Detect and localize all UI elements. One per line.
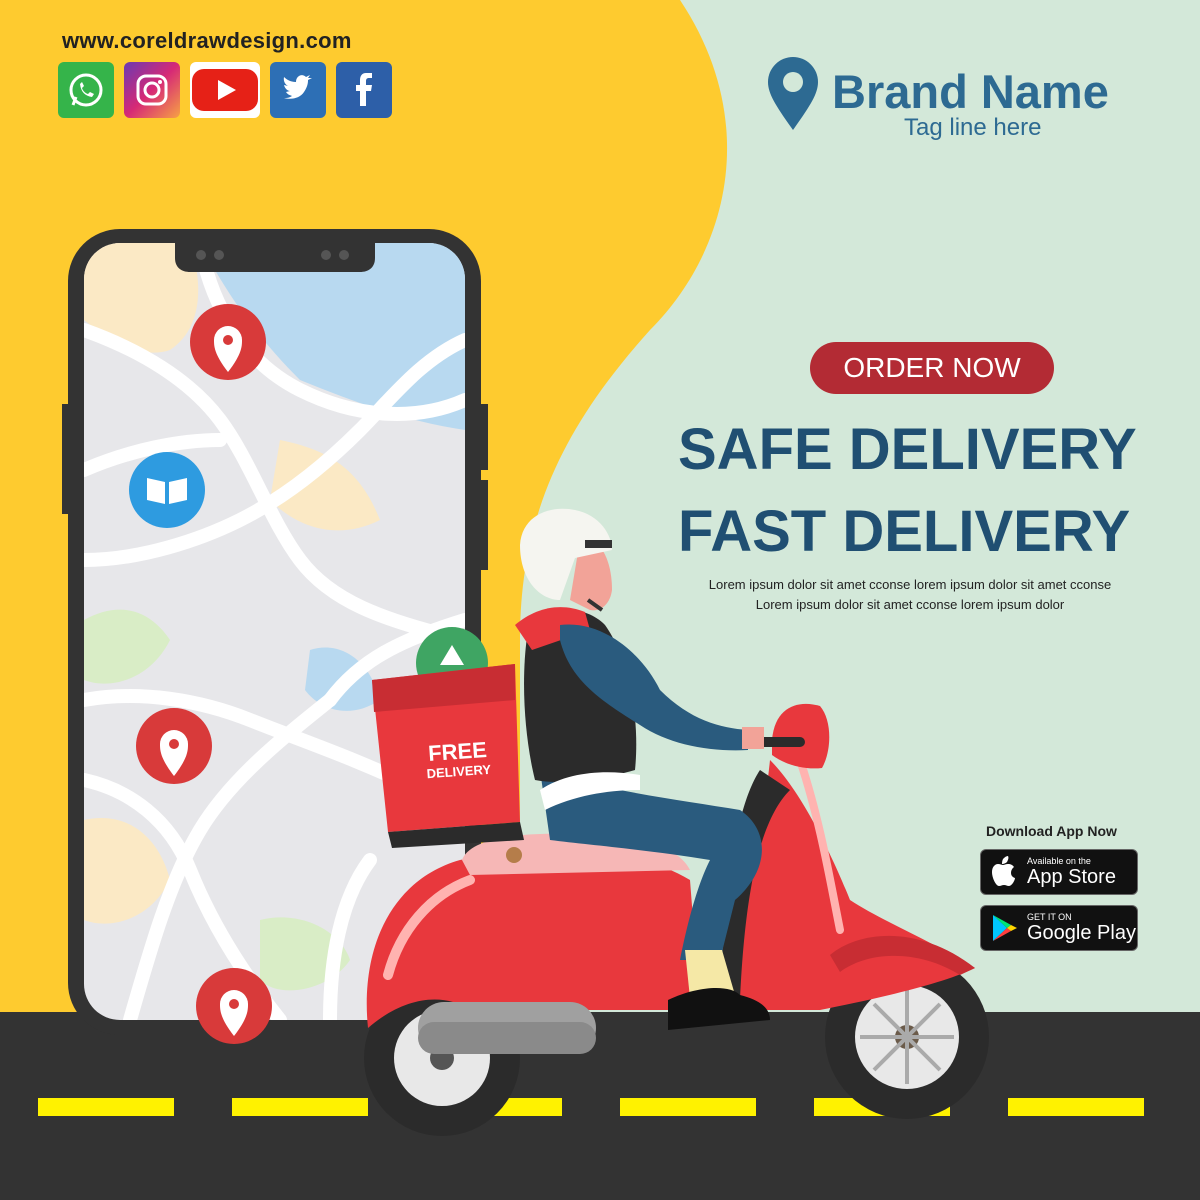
download-title: Download App Now bbox=[986, 823, 1117, 839]
appstore-big-text: App Store bbox=[1027, 866, 1116, 888]
location-pin-icon bbox=[768, 57, 818, 130]
headline-fast-delivery: FAST DELIVERY bbox=[678, 499, 1131, 564]
google-play-icon bbox=[993, 915, 1017, 941]
googleplay-big-text: Google Play bbox=[1027, 922, 1136, 944]
body-text-line-2: Lorem ipsum dolor sit amet cconse lorem … bbox=[755, 597, 1065, 612]
headline-safe-delivery: SAFE DELIVERY bbox=[678, 417, 1137, 482]
app-store-button[interactable]: Available on the App Store bbox=[980, 849, 1138, 895]
googleplay-small-text: GET IT ON bbox=[1027, 912, 1072, 922]
brand-name: Brand Name bbox=[832, 65, 1109, 118]
order-now-button[interactable]: ORDER NOW bbox=[810, 342, 1054, 394]
map-pin-icon bbox=[136, 708, 212, 784]
instagram-icon[interactable] bbox=[124, 62, 180, 118]
poster: www.coreldrawdesign.com Brand Name Tag l… bbox=[0, 0, 1200, 1200]
youtube-icon[interactable] bbox=[190, 62, 260, 118]
body-text-line-1: Lorem ipsum dolor sit amet cconse lorem … bbox=[708, 577, 1112, 592]
facebook-icon[interactable] bbox=[336, 62, 392, 118]
whatsapp-icon[interactable] bbox=[58, 62, 114, 118]
google-play-button[interactable]: GET IT ON Google Play bbox=[980, 905, 1138, 951]
twitter-icon[interactable] bbox=[270, 62, 326, 118]
map-pin-icon bbox=[190, 304, 266, 380]
book-location-icon bbox=[129, 452, 205, 528]
website-url[interactable]: www.coreldrawdesign.com bbox=[62, 28, 352, 54]
social-icons bbox=[58, 62, 392, 118]
apple-icon bbox=[992, 856, 1015, 886]
appstore-small-text: Available on the bbox=[1027, 856, 1091, 866]
box-label: FREE DELIVERY bbox=[397, 736, 519, 783]
map-pin-icon bbox=[196, 968, 272, 1044]
brand-tagline: Tag line here bbox=[904, 114, 1042, 141]
